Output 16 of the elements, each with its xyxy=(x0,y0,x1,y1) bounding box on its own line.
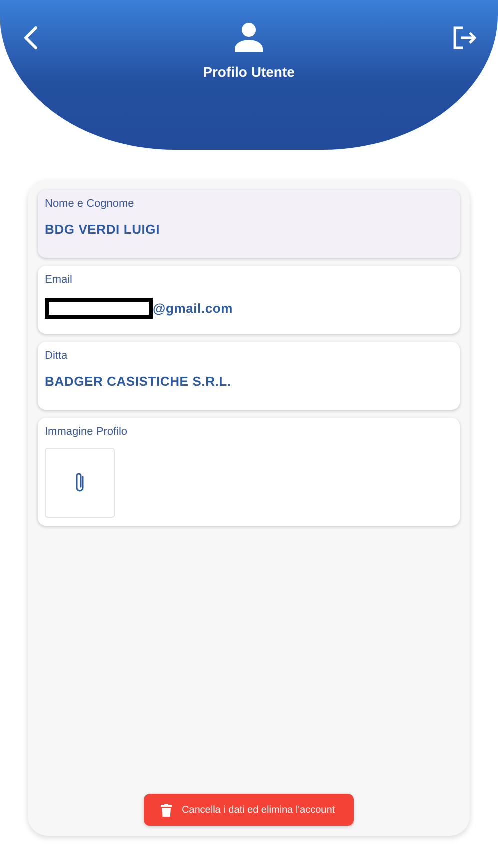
delete-account-button[interactable]: Cancella i dati ed elimina l'account xyxy=(144,794,354,826)
field-label: Email xyxy=(45,274,74,286)
page-title: Profilo Utente xyxy=(203,64,295,80)
logout-button[interactable] xyxy=(452,24,478,52)
field-label: Immagine Profilo xyxy=(45,426,129,438)
field-label: Nome e Cognome xyxy=(45,198,136,210)
person-icon xyxy=(233,22,265,52)
profile-field[interactable]: Nome e Cognome BDG VERDI LUIGI xyxy=(38,190,460,258)
field-label: Ditta xyxy=(45,350,69,362)
field-value: BADGER CASISTICHE S.R.L. xyxy=(45,374,232,389)
profile-field[interactable]: Email @gmail.com xyxy=(38,266,460,334)
profile-field[interactable]: Immagine Profilo xyxy=(38,418,460,526)
field-value: @gmail.com xyxy=(153,301,233,316)
profile-field[interactable]: Ditta BADGER CASISTICHE S.R.L. xyxy=(38,342,460,410)
trash-icon xyxy=(160,804,172,816)
field-value: BDG VERDI LUIGI xyxy=(45,222,160,237)
